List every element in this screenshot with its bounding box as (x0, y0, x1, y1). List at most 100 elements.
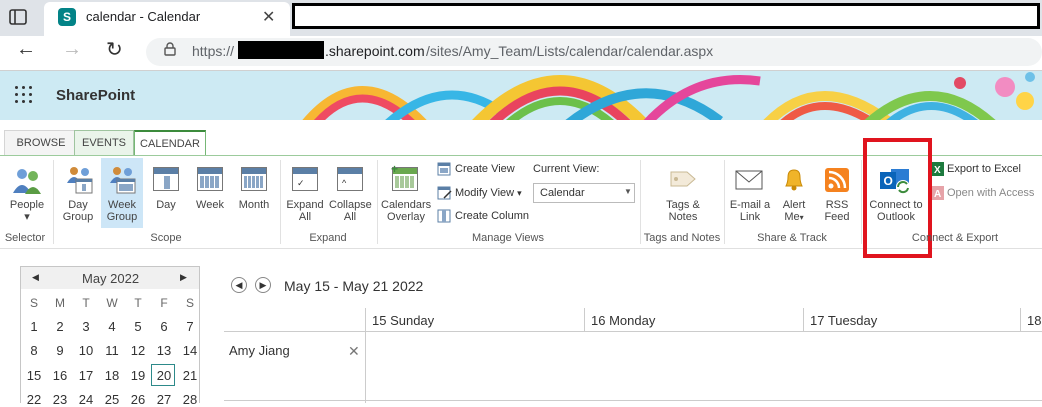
date-picker-month: May 2022 (82, 271, 140, 286)
tab-browse[interactable]: BROWSE (4, 130, 78, 156)
date-cell[interactable]: 7 (177, 319, 203, 334)
svg-text:A: A (934, 189, 941, 200)
date-cell[interactable]: 17 (73, 368, 99, 383)
date-cell[interactable]: 10 (73, 343, 99, 358)
day-header[interactable]: 17 Tuesday (810, 313, 877, 328)
redacted-box (238, 41, 324, 59)
selector-group-label: Selector (4, 232, 46, 244)
today-highlight (151, 364, 175, 386)
column-divider (365, 308, 366, 331)
people-icon (10, 167, 44, 200)
tags-notes-button[interactable]: Tags & Notes (660, 199, 706, 223)
day-group-button[interactable]: Day Group (58, 199, 98, 223)
alert-me-button[interactable]: Alert Me▾ (772, 199, 816, 224)
open-access-button[interactable]: Open with Access (947, 187, 1034, 199)
date-cell[interactable]: 2 (47, 319, 73, 334)
sharepoint-favicon-icon: S (58, 8, 76, 26)
date-cell[interactable]: 14 (177, 343, 203, 358)
expand-all-button[interactable]: Expand All (284, 199, 326, 223)
app-name[interactable]: SharePoint (56, 87, 135, 104)
tab-calendar[interactable]: CALENDAR (134, 130, 206, 156)
week-date-range: May 15 - May 21 2022 (284, 278, 424, 294)
current-view-label: Current View: (533, 163, 600, 175)
date-cell[interactable]: 15 (21, 368, 47, 383)
date-cell[interactable]: 21 (177, 368, 203, 383)
modify-view-icon (437, 186, 453, 205)
date-cell[interactable]: 16 (47, 368, 73, 383)
reload-icon[interactable]: ↻ (106, 37, 123, 62)
date-cell[interactable]: 23 (47, 392, 73, 407)
weekday-label: F (160, 296, 168, 310)
prev-month-icon[interactable]: ◀ (32, 272, 39, 283)
calendars-overlay-icon: + (391, 162, 418, 191)
date-cell[interactable]: 9 (47, 343, 73, 358)
lock-icon[interactable] (164, 42, 176, 59)
date-cell[interactable]: 11 (99, 343, 125, 358)
url-scheme: https:// (192, 43, 235, 59)
date-cell[interactable]: 5 (125, 319, 151, 334)
date-cell[interactable]: 24 (73, 392, 99, 407)
date-cell[interactable]: 4 (99, 319, 125, 334)
manage-views-group-label: Manage Views (472, 232, 544, 244)
next-week-icon[interactable]: ▶ (255, 277, 271, 293)
forward-arrow-icon[interactable]: → (62, 38, 82, 61)
week-group-button[interactable]: Week Group (101, 199, 143, 223)
tab-events[interactable]: EVENTS (74, 130, 134, 156)
scope-group-label: Scope (150, 232, 182, 244)
previous-week-icon[interactable]: ◀ (231, 277, 247, 293)
remove-person-icon[interactable]: ✕ (348, 343, 360, 360)
excel-icon: X (932, 162, 944, 181)
date-cell[interactable]: 22 (21, 392, 47, 407)
date-cell[interactable]: 28 (177, 392, 203, 407)
date-cell[interactable]: 27 (151, 392, 177, 407)
column-divider (365, 331, 366, 403)
people-button[interactable]: People ▾ (4, 199, 50, 223)
collapse-all-button[interactable]: Collapse All (329, 199, 372, 223)
redacted-box (292, 3, 1040, 29)
chevron-down-icon: ▾ (517, 188, 522, 198)
alert-bell-icon (781, 166, 807, 197)
day-header[interactable]: 15 Sunday (372, 313, 434, 328)
column-divider (1020, 308, 1021, 331)
tags-notes-icon (667, 166, 699, 197)
current-view-select[interactable]: Calendar (533, 183, 635, 203)
date-cell[interactable]: 3 (73, 319, 99, 334)
date-cell[interactable]: 25 (99, 392, 125, 407)
tags-notes-group-label: Tags and Notes (643, 232, 721, 244)
week-button[interactable]: Week (190, 199, 230, 211)
date-cell[interactable]: 8 (21, 343, 47, 358)
back-arrow-icon[interactable]: ← (16, 38, 36, 61)
weekday-label: W (106, 296, 118, 310)
email-link-button[interactable]: E-mail a Link (728, 199, 772, 223)
app-launcher-icon[interactable] (15, 86, 33, 104)
chevron-down-icon: ▼ (624, 187, 632, 196)
email-icon (735, 167, 763, 196)
tab-actions-icon[interactable] (8, 8, 28, 26)
month-button[interactable]: Month (234, 199, 274, 211)
day-header[interactable]: 18 (1027, 313, 1041, 328)
day-button[interactable]: Day (148, 199, 184, 211)
date-cell[interactable]: 1 (21, 319, 47, 334)
create-view-button[interactable]: Create View (455, 163, 515, 175)
day-header[interactable]: 16 Monday (591, 313, 655, 328)
export-excel-button[interactable]: Export to Excel (947, 163, 1021, 175)
group-divider (861, 160, 862, 244)
expand-all-icon: ✓ (292, 167, 318, 191)
tab-close-icon[interactable]: ✕ (262, 7, 275, 27)
modify-view-button[interactable]: Modify View ▾ (455, 187, 522, 199)
create-view-icon (437, 162, 451, 181)
date-cell[interactable]: 18 (99, 368, 125, 383)
date-cell[interactable]: 12 (125, 343, 151, 358)
date-cell[interactable]: 6 (151, 319, 177, 334)
person-name: Amy Jiang (229, 343, 290, 358)
week-group-icon (107, 165, 137, 200)
url-path: /sites/Amy_Team/Lists/calendar/calendar.… (426, 43, 714, 59)
date-cell[interactable]: 26 (125, 392, 151, 407)
rss-feed-button[interactable]: RSS Feed (816, 199, 858, 223)
weekday-label: T (82, 296, 90, 310)
date-cell[interactable]: 13 (151, 343, 177, 358)
create-column-button[interactable]: Create Column (455, 210, 529, 222)
calendars-overlay-button[interactable]: Calendars Overlay (381, 199, 431, 223)
next-month-icon[interactable]: ▶ (180, 272, 187, 283)
date-cell[interactable]: 19 (125, 368, 151, 383)
